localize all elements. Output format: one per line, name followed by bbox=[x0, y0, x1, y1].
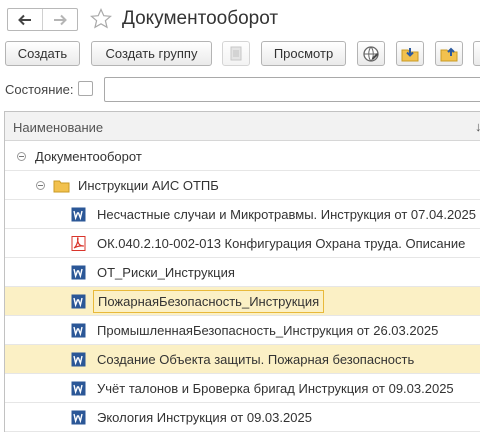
document-label: ОК.040.2.10-002-013 Конфигурация Охрана … bbox=[97, 236, 466, 251]
document-label: Учёт талонов и Броверка бригад Инструкци… bbox=[97, 381, 454, 396]
download-button[interactable] bbox=[396, 41, 424, 66]
window-header: Документооборот bbox=[0, 0, 480, 38]
column-title: Наименование bbox=[13, 120, 104, 135]
document-row[interactable]: Экология Инструкция от 09.03.2025 bbox=[5, 403, 480, 432]
create-group-button[interactable]: Создать группу bbox=[91, 41, 212, 66]
delete-button[interactable] bbox=[222, 41, 250, 66]
document-row[interactable]: Учёт талонов и Броверка бригад Инструкци… bbox=[5, 374, 480, 403]
document-label: Экология Инструкция от 09.03.2025 bbox=[97, 410, 312, 425]
back-button[interactable] bbox=[8, 9, 42, 30]
favorite-star-icon[interactable] bbox=[89, 7, 113, 31]
document-label: ПромышленнаяБезопасность_Инструкция от 2… bbox=[97, 323, 439, 338]
tree-root-label: Документооборот bbox=[35, 149, 142, 164]
state-filter-field[interactable] bbox=[104, 77, 480, 102]
word-icon bbox=[71, 207, 86, 222]
document-label: ПожарнаяБезопасность_Инструкция bbox=[93, 290, 325, 313]
document-row[interactable]: ОТ_Риски_Инструкция bbox=[5, 258, 480, 287]
document-row[interactable]: ПожарнаяБезопасность_Инструкция bbox=[5, 287, 480, 316]
document-label: Создание Объекта защиты. Пожарная безопа… bbox=[97, 352, 415, 367]
arrow-right-icon bbox=[54, 14, 67, 25]
edit-mode-button[interactable] bbox=[357, 41, 385, 66]
folder-download-icon bbox=[401, 47, 419, 61]
document-row[interactable]: ПромышленнаяБезопасность_Инструкция от 2… bbox=[5, 316, 480, 345]
arrow-left-icon bbox=[18, 14, 31, 25]
page-title: Документооборот bbox=[122, 8, 279, 29]
tree-group-label: Инструкции АИС ОТПБ bbox=[78, 178, 219, 193]
document-label: Несчастные случаи и Микротравмы. Инструк… bbox=[97, 207, 476, 222]
word-icon bbox=[71, 410, 86, 425]
create-button[interactable]: Создать bbox=[5, 41, 80, 66]
document-row[interactable]: Создание Объекта защиты. Пожарная безопа… bbox=[5, 345, 480, 374]
state-label: Состояние: bbox=[5, 82, 74, 97]
document-label: ОТ_Риски_Инструкция bbox=[97, 265, 235, 280]
more-actions-button[interactable] bbox=[473, 41, 480, 66]
pdf-icon bbox=[71, 236, 86, 251]
globe-pencil-icon bbox=[363, 45, 379, 62]
collapse-icon[interactable] bbox=[36, 181, 45, 190]
word-icon bbox=[71, 294, 86, 309]
column-header[interactable]: Наименование ↓ bbox=[5, 112, 480, 141]
document-row[interactable]: Несчастные случаи и Микротравмы. Инструк… bbox=[5, 200, 480, 229]
sort-arrow-icon[interactable]: ↓ bbox=[475, 119, 480, 134]
upload-button[interactable] bbox=[435, 41, 463, 66]
word-icon bbox=[71, 381, 86, 396]
word-icon bbox=[71, 323, 86, 338]
document-copy-icon bbox=[230, 46, 242, 60]
folder-icon bbox=[53, 180, 70, 193]
state-checkbox[interactable] bbox=[78, 81, 93, 96]
document-list: Наименование ↓ Документооборот Инструкци… bbox=[4, 111, 480, 432]
tree-root-row[interactable]: Документооборот bbox=[5, 142, 480, 171]
forward-button[interactable] bbox=[42, 9, 77, 30]
tree-group-row[interactable]: Инструкции АИС ОТПБ bbox=[5, 171, 480, 200]
document-row[interactable]: ОК.040.2.10-002-013 Конфигурация Охрана … bbox=[5, 229, 480, 258]
collapse-icon[interactable] bbox=[17, 152, 26, 161]
view-button[interactable]: Просмотр bbox=[261, 41, 346, 66]
word-icon bbox=[71, 265, 86, 280]
folder-upload-icon bbox=[440, 47, 458, 61]
navigation-buttons bbox=[7, 8, 78, 31]
word-icon bbox=[71, 352, 86, 367]
